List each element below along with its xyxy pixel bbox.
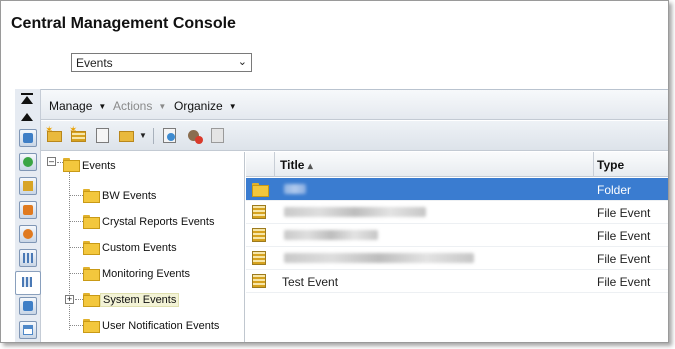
- tree-item-system-events[interactable]: System Events: [100, 293, 180, 307]
- folder-icon: [63, 158, 80, 172]
- tree-item-events[interactable]: Events: [82, 160, 116, 172]
- tree-connector: [69, 195, 83, 196]
- add-object-icon[interactable]: [209, 127, 227, 144]
- refresh-icon[interactable]: [161, 127, 179, 144]
- row-type: File Event: [597, 229, 651, 243]
- caret-down-icon: ▼: [158, 102, 167, 111]
- expand-toggle[interactable]: +: [65, 295, 74, 304]
- folder-icon: [252, 183, 269, 197]
- file-event-icon: [252, 274, 266, 288]
- calendar-icon[interactable]: [94, 127, 112, 144]
- events-table: Title ▴ Type Folder File Event File Even…: [246, 152, 668, 342]
- caret-down-icon[interactable]: ▼: [139, 131, 147, 140]
- calendars-icon[interactable]: [19, 249, 37, 267]
- scroll-to-top-icon[interactable]: [21, 93, 33, 105]
- column-header-type[interactable]: Type: [597, 158, 624, 172]
- file-event-icon: [252, 251, 266, 265]
- file-event-icon: [252, 228, 266, 242]
- left-icon-strip: [15, 89, 41, 342]
- organize-folder-icon[interactable]: [118, 127, 136, 144]
- app-title: Central Management Console: [11, 15, 236, 32]
- file-event-icon: [252, 205, 266, 219]
- row-type: Folder: [597, 183, 632, 197]
- user-security-icon[interactable]: [185, 127, 203, 144]
- folder-tree: – Events BW Events Crystal Reports Event…: [41, 152, 245, 342]
- tree-connector: [69, 247, 83, 248]
- table-row[interactable]: File Event: [246, 224, 668, 247]
- folder-icon: [83, 267, 100, 281]
- new-event-icon[interactable]: ✶: [69, 125, 88, 144]
- tree-connector: [75, 299, 83, 300]
- redacted-title: [284, 230, 378, 240]
- cmc-window: Central Management Console Events ⌄ Mana…: [0, 0, 669, 343]
- table-row[interactable]: File Event: [246, 201, 668, 224]
- navigation-dropdown[interactable]: Events ⌄: [71, 53, 252, 72]
- menu-actions[interactable]: Actions ▼: [113, 99, 166, 113]
- new-folder-icon[interactable]: ✶: [45, 125, 64, 144]
- access-levels-icon[interactable]: [19, 225, 37, 243]
- navigation-dropdown-value: Events: [76, 56, 113, 70]
- column-header-title[interactable]: Title ▴: [280, 158, 313, 172]
- redacted-title: [284, 184, 306, 194]
- tree-item-custom-events[interactable]: Custom Events: [102, 242, 177, 254]
- users-groups-icon[interactable]: [19, 129, 37, 147]
- open-folder-icon: [83, 293, 100, 307]
- row-type: File Event: [597, 275, 651, 289]
- main-panel: Manage ▼ Actions ▼ Organize ▼ ✶ ✶ ▼ – Ev…: [41, 89, 668, 342]
- tree-item-monitoring-events[interactable]: Monitoring Events: [102, 268, 190, 280]
- sort-ascending-icon: ▴: [307, 161, 313, 172]
- column-divider: [593, 152, 594, 177]
- settings-sheet-icon[interactable]: [19, 321, 37, 339]
- column-divider: [274, 152, 275, 177]
- caret-down-icon: ▼: [228, 102, 237, 111]
- inbox-icon[interactable]: [19, 201, 37, 219]
- chevron-down-icon: ⌄: [237, 56, 247, 68]
- database-icon[interactable]: [19, 177, 37, 195]
- folder-icon: [83, 189, 100, 203]
- row-title: Test Event: [282, 275, 339, 289]
- tree-connector: [69, 325, 83, 326]
- table-row[interactable]: Folder: [246, 178, 668, 201]
- toolbar-divider: [153, 128, 154, 144]
- folder-icon: [83, 319, 100, 333]
- menu-bar: Manage ▼ Actions ▼ Organize ▼: [41, 90, 668, 120]
- redacted-title: [284, 207, 426, 217]
- table-row[interactable]: Test Event File Event: [246, 270, 668, 293]
- tree-item-bw-events[interactable]: BW Events: [102, 190, 156, 202]
- table-row[interactable]: File Event: [246, 247, 668, 270]
- toolbar: ✶ ✶ ▼: [41, 121, 668, 151]
- tree-connector: [69, 221, 83, 222]
- tree-item-user-notification-events[interactable]: User Notification Events: [102, 320, 219, 332]
- events-icon[interactable]: [15, 271, 41, 295]
- menu-organize[interactable]: Organize ▼: [174, 99, 237, 113]
- collapse-toggle[interactable]: –: [47, 157, 56, 166]
- menu-manage[interactable]: Manage ▼: [49, 99, 106, 113]
- servers-icon[interactable]: [19, 153, 37, 171]
- table-header: Title ▴ Type: [246, 152, 668, 177]
- row-type: File Event: [597, 206, 651, 220]
- instances-icon[interactable]: [19, 297, 37, 315]
- scroll-up-icon[interactable]: [21, 113, 33, 121]
- tree-item-crystal-reports-events[interactable]: Crystal Reports Events: [102, 216, 214, 228]
- caret-down-icon: ▼: [98, 102, 107, 111]
- redacted-title: [284, 253, 474, 263]
- folder-icon: [83, 215, 100, 229]
- row-type: File Event: [597, 252, 651, 266]
- tree-connector: [69, 273, 83, 274]
- folder-icon: [83, 241, 100, 255]
